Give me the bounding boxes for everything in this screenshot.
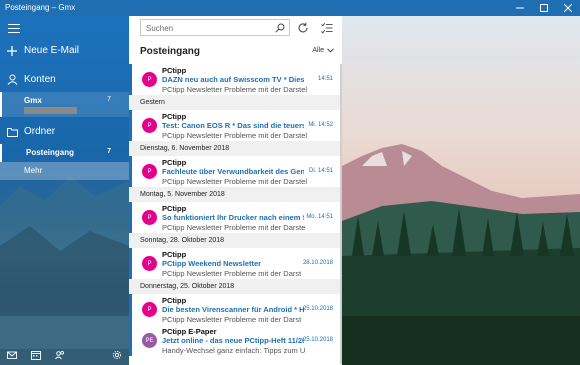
folder-title: Posteingang (140, 46, 201, 57)
sender-avatar: P (142, 118, 157, 133)
background-landscape (342, 16, 580, 365)
date-group-header: Montag, 5. November 2018 (129, 187, 342, 202)
bottom-app-bar (0, 345, 129, 365)
message-time: 14:51 (317, 76, 333, 82)
sender-avatar: P (142, 210, 157, 225)
search-icon[interactable] (275, 23, 285, 33)
chevron-down-icon (327, 48, 334, 53)
folder-icon (0, 127, 24, 137)
account-unread-count: 7 (107, 96, 111, 103)
sender-avatar: PE (142, 333, 157, 348)
filter-label: Alle (312, 47, 324, 54)
date-group-header: Donnerstag, 25. Oktober 2018 (129, 279, 342, 294)
reading-pane (342, 16, 580, 365)
message-item[interactable]: P PCtipp So funktioniert Ihr Drucker nach … (129, 202, 342, 233)
message-item[interactable]: PE PCtipp E-Paper Jetzt online - das neue … (129, 325, 342, 356)
message-list: P PCtipp DAZN neu auch auf Swisscom TV * D… (129, 64, 342, 356)
date-group-header: Gestern (129, 95, 342, 110)
message-sender: PCtipp (162, 296, 187, 305)
date-group-header: Sonntag, 28. Oktober 2018 (129, 233, 342, 248)
message-preview: Handy-Wechsel ganz einfach: Tipps zum U (162, 346, 306, 355)
sender-avatar: P (142, 302, 157, 317)
accounts-label: Konten (24, 74, 56, 85)
background-landscape (0, 176, 129, 349)
message-preview: PCtipp Newsletter Probleme mit der Darst… (162, 223, 306, 232)
message-preview: PCtipp Newsletter Probleme mit der Darst… (162, 177, 307, 186)
message-item[interactable]: P PCtipp PCtipp Weekend Newsletter 28.10.20… (129, 248, 342, 279)
plus-icon (0, 45, 24, 56)
message-time: 25.10.2018 (302, 306, 333, 312)
close-button[interactable] (556, 0, 580, 16)
new-mail-label: Neue E-Mail (24, 45, 80, 56)
folder-label: Posteingang (26, 148, 75, 157)
message-preview: PCtipp Newsletter Probleme mit der Darst (162, 269, 302, 278)
sender-avatar: P (142, 164, 157, 179)
message-sender: PCtipp E-Paper (162, 327, 217, 336)
message-subject: Fachleute über Verwundbarkeit des Genfer (162, 167, 304, 176)
message-sender: PCtipp (162, 158, 187, 167)
sync-icon[interactable] (297, 22, 309, 34)
message-sender: PCtipp (162, 204, 187, 213)
settings-gear-icon[interactable] (112, 350, 122, 360)
folder-unread-count: 7 (107, 148, 111, 155)
message-list-pane: Suchen Posteingang Alle P PCtipp DAZN neu … (129, 16, 342, 365)
date-group-header: Dienstag, 6. November 2018 (129, 141, 342, 156)
calendar-icon[interactable] (31, 350, 41, 360)
folder-item-inbox[interactable]: Posteingang 7 (0, 144, 129, 162)
message-time: 25.10.2018 (302, 337, 333, 343)
message-item[interactable]: P PCtipp Die besten Virenscanner für Andro… (129, 294, 342, 325)
minimize-icon (516, 7, 524, 9)
message-time: Mo. 14:51 (306, 214, 333, 220)
window-title: Posteingang – Gmx (5, 3, 76, 12)
sender-avatar: P (142, 256, 157, 271)
search-placeholder: Suchen (146, 24, 174, 33)
message-item[interactable]: P PCtipp Test: Canon EOS R * Das sind die … (129, 110, 342, 141)
close-icon (564, 4, 572, 12)
folder-label: Mehr (24, 166, 43, 175)
account-name: Gmx (24, 96, 42, 105)
message-subject: PCtipp Weekend Newsletter (162, 259, 262, 268)
account-email-redacted (24, 107, 77, 114)
message-subject: Jetzt online - das neue PCtipp-Heft 11/2… (162, 336, 304, 345)
person-icon (0, 74, 24, 85)
message-subject: Die besten Virenscanner für Android * Ha (162, 305, 304, 314)
message-sender: PCtipp (162, 112, 187, 121)
filter-dropdown[interactable]: Alle (312, 47, 334, 54)
hamburger-menu-button[interactable] (8, 24, 20, 34)
folders-label: Ordner (24, 126, 56, 137)
message-item[interactable]: P PCtipp Fachleute über Verwundbarkeit des… (129, 156, 342, 187)
search-box[interactable]: Suchen (140, 19, 290, 36)
maximize-icon (540, 4, 548, 12)
account-item-gmx[interactable]: Gmx 7 (0, 92, 129, 117)
message-preview: PCtipp Newsletter Probleme mit der Darst… (162, 131, 307, 140)
message-subject: Test: Canon EOS R * Das sind die teuerst… (162, 121, 304, 130)
message-subject: So funktioniert Ihr Drucker nach einem S… (162, 213, 304, 222)
mail-icon[interactable] (7, 350, 17, 360)
maximize-button[interactable] (532, 0, 556, 16)
accounts-header[interactable]: Konten (0, 74, 129, 85)
people-icon[interactable] (55, 350, 65, 360)
new-mail-button[interactable]: Neue E-Mail (0, 45, 129, 56)
message-time: Di. 14:51 (308, 168, 333, 174)
message-item[interactable]: P PCtipp DAZN neu auch auf Swisscom TV * D… (129, 64, 342, 95)
title-bar: Posteingang – Gmx (0, 0, 580, 16)
folders-header[interactable]: Ordner (0, 126, 129, 137)
selection-mode-icon[interactable] (321, 22, 333, 34)
message-sender: PCtipp (162, 66, 187, 75)
folder-item-more[interactable]: Mehr (0, 162, 129, 180)
message-time: 28.10.2018 (302, 260, 333, 266)
message-preview: PCtipp Newsletter Probleme mit der Darst… (162, 85, 307, 94)
message-time: Mi. 14:52 (308, 122, 333, 128)
minimize-button[interactable] (508, 0, 532, 16)
sender-avatar: P (142, 72, 157, 87)
message-sender: PCtipp (162, 250, 187, 259)
message-preview: PCtipp Newsletter Probleme mit der Darst (162, 315, 302, 324)
message-subject: DAZN neu auch auf Swisscom TV * Diese El… (162, 75, 304, 84)
navigation-pane: Neue E-Mail Konten Gmx 7 Ordner Posteing… (0, 16, 129, 365)
